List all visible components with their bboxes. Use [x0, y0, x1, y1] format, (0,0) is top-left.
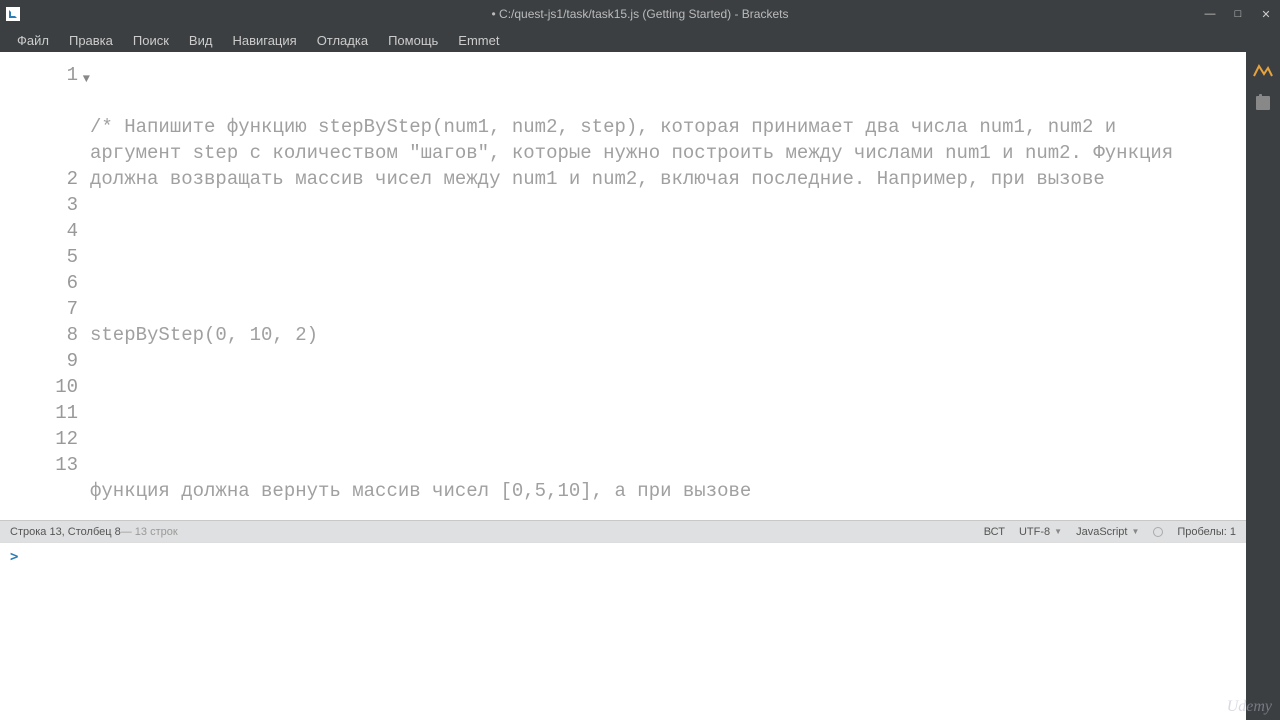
- close-button[interactable]: ✕: [1252, 0, 1280, 28]
- line-number: 7: [0, 296, 78, 322]
- line-number: 4: [0, 218, 78, 244]
- menu-debug[interactable]: Отладка: [308, 30, 377, 51]
- console-prompt: >: [10, 549, 18, 565]
- code-line: stepByStep(0, 10, 2): [90, 322, 1246, 348]
- line-number: 8: [0, 322, 78, 348]
- status-spaces[interactable]: Пробелы: 1: [1177, 526, 1236, 538]
- menu-file[interactable]: Файл: [8, 30, 58, 51]
- menu-navigation[interactable]: Навигация: [223, 30, 305, 51]
- editor-wrap: 1▼ 2 3 4 5 6 7 8 9 10 11 12 13 /* Напиши…: [0, 52, 1246, 720]
- menu-help[interactable]: Помощь: [379, 30, 447, 51]
- menubar: Файл Правка Поиск Вид Навигация Отладка …: [0, 28, 1280, 52]
- line-gutter: 1▼ 2 3 4 5 6 7 8 9 10 11 12 13: [0, 52, 90, 520]
- window-title: • C:/quest-js1/task/task15.js (Getting S…: [492, 7, 789, 21]
- chevron-down-icon: ▼: [1131, 527, 1139, 536]
- code-line: /* Напишите функцию stepByStep(num1, num…: [90, 114, 1246, 192]
- console-panel[interactable]: >: [0, 542, 1246, 720]
- status-encoding[interactable]: UTF-8▼: [1019, 526, 1062, 538]
- line-number: 5: [0, 244, 78, 270]
- status-language[interactable]: JavaScript▼: [1076, 526, 1139, 538]
- app-logo: [6, 7, 20, 21]
- line-number: 1: [67, 64, 78, 86]
- status-insert[interactable]: ВСТ: [984, 526, 1005, 538]
- line-number: 6: [0, 270, 78, 296]
- menu-view[interactable]: Вид: [180, 30, 222, 51]
- code-editor[interactable]: 1▼ 2 3 4 5 6 7 8 9 10 11 12 13 /* Напиши…: [0, 52, 1246, 520]
- line-number: 12: [0, 426, 78, 452]
- watermark: Udemy: [1227, 698, 1272, 716]
- menu-edit[interactable]: Правка: [60, 30, 122, 51]
- status-indicator-icon: [1153, 527, 1163, 537]
- fold-icon[interactable]: ▼: [83, 66, 90, 92]
- code-line: [90, 400, 1246, 426]
- line-number: 9: [0, 348, 78, 374]
- line-number: 13: [0, 452, 78, 478]
- titlebar: • C:/quest-js1/task/task15.js (Getting S…: [0, 0, 1280, 28]
- chevron-down-icon: ▼: [1054, 527, 1062, 536]
- extension-manager-icon[interactable]: [1254, 94, 1272, 112]
- maximize-button[interactable]: □: [1224, 0, 1252, 28]
- right-toolbar: [1246, 52, 1280, 720]
- main-area: 1▼ 2 3 4 5 6 7 8 9 10 11 12 13 /* Напиши…: [0, 52, 1280, 720]
- window-controls: — □ ✕: [1196, 0, 1280, 28]
- line-number: 11: [0, 400, 78, 426]
- menu-search[interactable]: Поиск: [124, 30, 178, 51]
- code-line: [90, 244, 1246, 270]
- statusbar: Строка 13, Столбец 8 — 13 строк ВСТ UTF-…: [0, 520, 1246, 542]
- minimize-button[interactable]: —: [1196, 0, 1224, 28]
- status-position[interactable]: Строка 13, Столбец 8 — 13 строк: [10, 526, 178, 538]
- line-number: 3: [0, 192, 78, 218]
- code-line: функция должна вернуть массив чисел [0,5…: [90, 478, 1246, 504]
- line-number: 2: [0, 166, 78, 192]
- menu-emmet[interactable]: Emmet: [449, 30, 508, 51]
- code-area[interactable]: /* Напишите функцию stepByStep(num1, num…: [90, 52, 1246, 520]
- line-number: 10: [0, 374, 78, 400]
- live-preview-icon[interactable]: [1253, 62, 1273, 80]
